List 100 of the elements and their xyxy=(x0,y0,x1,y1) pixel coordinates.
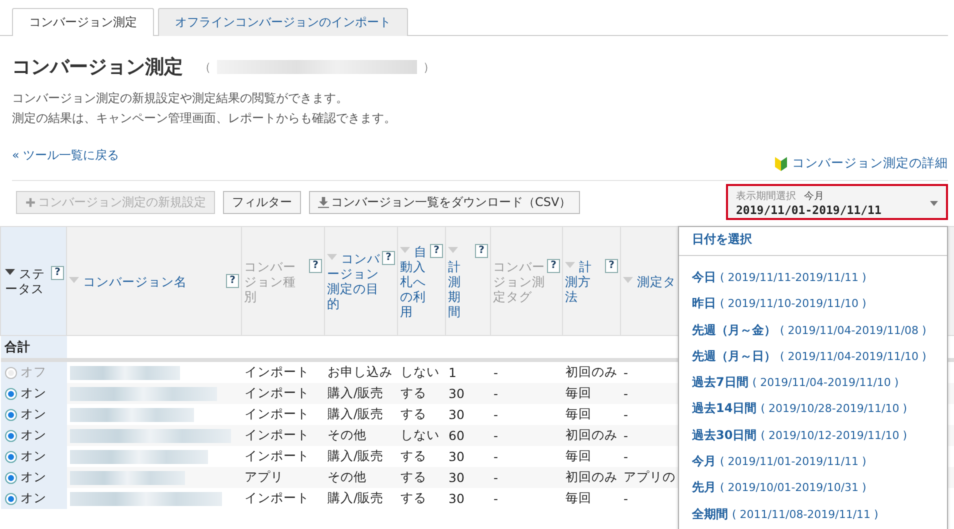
back-link[interactable]: « ツール一覧に戻る xyxy=(12,147,120,164)
table-cell: する xyxy=(400,469,426,484)
tab[interactable]: オフラインコンバージョンのインポート xyxy=(158,8,408,36)
table-cell: 毎回 xyxy=(566,448,592,463)
table-cell: 1 xyxy=(448,365,456,380)
column-header: コンバージョン測定タグ ? xyxy=(490,226,562,336)
table-cell: - xyxy=(624,365,628,380)
status-radio[interactable] xyxy=(4,366,16,378)
help-icon[interactable]: ? xyxy=(309,258,322,272)
table-cell: - xyxy=(494,365,498,380)
select-date-option[interactable]: 日付を選択 xyxy=(679,227,947,256)
menu-item[interactable]: 過去14日間 ( 2019/10/28-2019/11/10 ) xyxy=(679,395,947,422)
column-header[interactable]: コンバージョン名 ? xyxy=(66,226,242,336)
help-icon[interactable]: ? xyxy=(382,251,395,265)
status-radio[interactable] xyxy=(4,430,16,442)
table-cell: - xyxy=(494,428,498,443)
table-cell: 毎回 xyxy=(566,406,592,421)
menu-item[interactable]: 先週（月～日） ( 2019/11/04-2019/11/10 ) xyxy=(679,342,947,370)
table-cell: 毎回 xyxy=(566,490,592,505)
status-text: オン xyxy=(20,385,46,402)
table-cell: する xyxy=(400,406,426,421)
menu-item[interactable]: 今月 ( 2019/11/01-2019/11/11 ) xyxy=(679,448,947,474)
status-text: オン xyxy=(20,406,46,423)
table-cell: - xyxy=(494,470,498,485)
table-cell: 購入/販売 xyxy=(328,448,384,463)
table-cell: 30 xyxy=(448,491,464,506)
parenthesis: ） xyxy=(423,58,435,76)
table-cell: - xyxy=(624,491,628,506)
total-label: 合計 xyxy=(4,338,30,354)
table-cell: 初回のみ xyxy=(566,427,618,442)
menu-item[interactable]: 昨日 ( 2019/11/10-2019/11/10 ) xyxy=(679,290,947,317)
table-cell: する xyxy=(400,490,426,505)
period-selector[interactable]: 表示期間選択 今月 2019/11/01-2019/11/11 xyxy=(726,184,948,220)
menu-item[interactable]: 先週（月～金） ( 2019/11/04-2019/11/08 ) xyxy=(679,316,947,343)
help-icon[interactable]: ? xyxy=(605,258,618,272)
table-cell: - xyxy=(494,386,498,401)
menu-item[interactable]: 今日 ( 2019/11/11-2019/11/11 ) xyxy=(679,264,947,290)
menu-item[interactable]: 先月 ( 2019/10/01-2019/10/31 ) xyxy=(679,474,947,501)
detail-link[interactable]: コンバージョン測定の詳細 xyxy=(792,155,948,172)
table-cell: インポート xyxy=(244,427,310,442)
toolbar-button[interactable]: フィルター xyxy=(223,190,301,214)
table-cell: お申し込み xyxy=(328,364,392,379)
status-radio[interactable] xyxy=(4,450,16,462)
table-cell: その他 xyxy=(328,469,366,484)
beginner-mark-icon xyxy=(774,156,788,172)
table-cell: 60 xyxy=(448,428,464,443)
table-cell: 毎回 xyxy=(566,385,592,400)
menu-item[interactable]: 全期間 ( 2011/11/08-2019/11/11 ) xyxy=(679,500,947,527)
table-cell: アプリの xyxy=(624,469,676,484)
table-cell: - xyxy=(624,386,628,401)
status-radio[interactable] xyxy=(4,472,16,484)
table-cell: インポート xyxy=(244,490,310,505)
status-radio[interactable] xyxy=(4,492,16,504)
description-text: 測定の結果は、キャンペーン管理画面、レポートからも確認できます。 xyxy=(12,110,397,127)
table-cell: - xyxy=(494,491,498,506)
description-text: コンバージョン測定の新規設定や測定結果の閲覧ができます。 xyxy=(12,90,349,107)
table-cell: アプリ xyxy=(244,469,284,484)
table-cell: しない xyxy=(400,427,440,442)
tab[interactable]: コンバージョン測定 xyxy=(12,8,154,36)
column-header[interactable]: コンバージョン測定の目的 ? xyxy=(324,226,398,336)
column-header: コンバージョン種別 ? xyxy=(242,226,324,336)
menu-item[interactable]: 過去30日間 ( 2019/10/12-2019/11/10 ) xyxy=(679,422,947,448)
table-cell: 30 xyxy=(448,386,464,401)
table-cell: 購入/販売 xyxy=(328,490,384,505)
table-cell: 購入/販売 xyxy=(328,406,384,421)
help-icon[interactable]: ? xyxy=(475,244,488,258)
table-cell: 30 xyxy=(448,470,464,485)
help-icon[interactable]: ? xyxy=(430,244,443,258)
table-cell: 30 xyxy=(448,407,464,422)
table-cell: 初回のみ xyxy=(566,364,618,379)
status-radio[interactable] xyxy=(4,388,16,400)
table-cell: インポート xyxy=(244,385,310,400)
download-icon xyxy=(318,196,329,208)
status-text: オン xyxy=(20,448,46,465)
status-text: オン xyxy=(20,469,46,486)
menu-item[interactable]: 過去7日間 ( 2019/11/04-2019/11/10 ) xyxy=(679,369,947,396)
table-cell: - xyxy=(624,449,628,464)
table-cell: インポート xyxy=(244,448,310,463)
table-cell: 購入/販売 xyxy=(328,385,384,400)
table-cell: インポート xyxy=(244,364,310,379)
status-text: オフ xyxy=(20,364,46,381)
parenthesis: （ xyxy=(199,58,211,76)
table-cell: する xyxy=(400,385,426,400)
toolbar-button[interactable]: コンバージョン一覧をダウンロード（CSV） xyxy=(309,190,580,214)
column-header[interactable]: ステータス ? xyxy=(0,226,66,336)
status-text: オン xyxy=(20,490,46,507)
table-cell: インポート xyxy=(244,406,310,421)
column-header[interactable]: 計測期間 ? xyxy=(446,226,490,336)
plus-icon xyxy=(25,196,36,208)
table-cell: 初回のみ xyxy=(566,469,618,484)
column-header[interactable]: 自動入札への利用 ? xyxy=(398,226,446,336)
help-icon[interactable]: ? xyxy=(547,258,560,272)
table-cell: - xyxy=(494,449,498,464)
help-icon[interactable]: ? xyxy=(226,274,239,288)
status-radio[interactable] xyxy=(4,408,16,420)
status-text: オン xyxy=(20,427,46,444)
table-cell: - xyxy=(494,407,498,422)
help-icon[interactable]: ? xyxy=(51,266,64,280)
table-cell: しない xyxy=(400,364,440,379)
column-header[interactable]: 計測方法 ? xyxy=(562,226,620,336)
